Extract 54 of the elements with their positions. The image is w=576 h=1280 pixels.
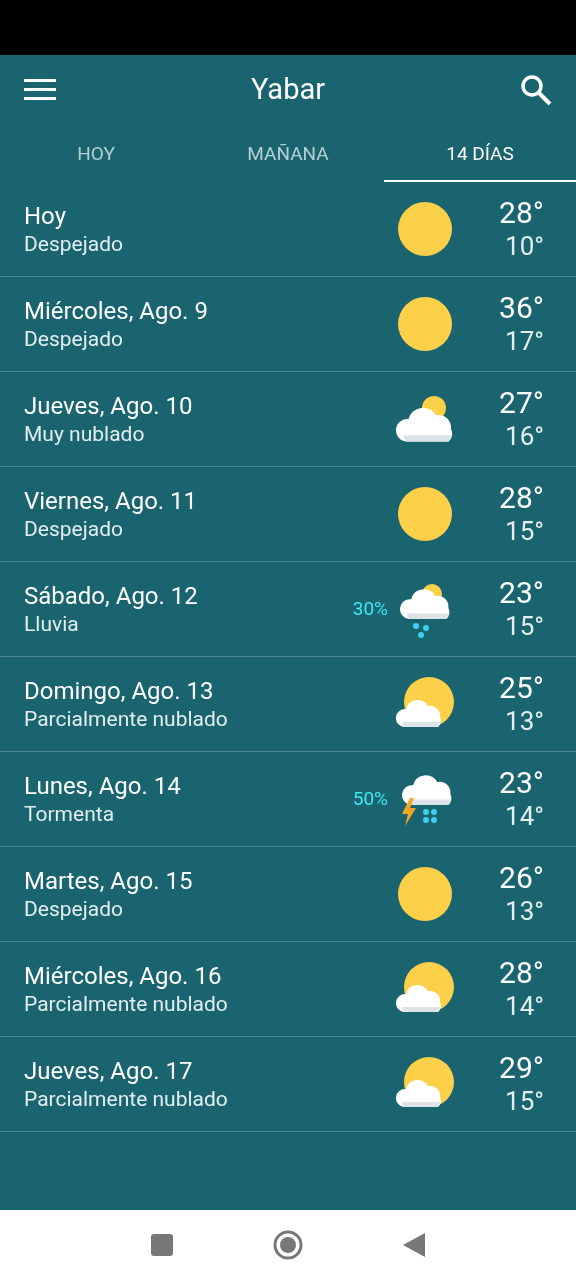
low-temperature: 14° bbox=[505, 800, 544, 832]
low-temperature: 15° bbox=[505, 1085, 544, 1117]
day-label: Hoy bbox=[24, 201, 67, 231]
high-temperature: 28° bbox=[499, 196, 544, 230]
menu-icon[interactable] bbox=[24, 79, 56, 101]
tab[interactable]: HOY bbox=[0, 125, 192, 182]
search-icon[interactable] bbox=[520, 74, 552, 106]
tab[interactable]: MAÑANA bbox=[192, 125, 384, 182]
sun-icon bbox=[396, 200, 454, 258]
home-icon[interactable] bbox=[273, 1230, 303, 1260]
low-temperature: 10° bbox=[505, 230, 544, 262]
tab[interactable]: 14 DÍAS bbox=[384, 125, 576, 182]
low-temperature: 16° bbox=[505, 420, 544, 452]
condition-label: Parcialmente nublado bbox=[24, 706, 229, 732]
low-temperature: 13° bbox=[505, 705, 544, 737]
high-temperature: 26° bbox=[499, 861, 544, 895]
back-icon[interactable] bbox=[403, 1233, 425, 1257]
high-temperature: 27° bbox=[499, 386, 544, 420]
sun-icon bbox=[396, 485, 454, 543]
condition-label: Muy nublado bbox=[24, 421, 146, 447]
city-title: Yabar bbox=[250, 71, 325, 109]
day-label: Viernes, Ago. 11 bbox=[24, 486, 199, 516]
low-temperature: 14° bbox=[505, 990, 544, 1022]
high-temperature: 25° bbox=[499, 671, 544, 705]
high-temperature: 23° bbox=[499, 576, 544, 610]
day-label: Miércoles, Ago. 9 bbox=[24, 296, 209, 326]
day-label: Martes, Ago. 15 bbox=[24, 866, 194, 896]
low-temperature: 13° bbox=[505, 895, 544, 927]
sun-icon bbox=[396, 865, 454, 923]
condition-label: Despejado bbox=[24, 516, 124, 542]
day-label: Jueves, Ago. 17 bbox=[24, 1056, 194, 1086]
day-label: Jueves, Ago. 10 bbox=[24, 391, 194, 421]
day-label: Domingo, Ago. 13 bbox=[24, 676, 215, 706]
condition-label: Parcialmente nublado bbox=[24, 991, 229, 1017]
condition-label: Tormenta bbox=[24, 801, 116, 827]
high-temperature: 29° bbox=[499, 1051, 544, 1085]
day-label: Lunes, Ago. 14 bbox=[24, 771, 182, 801]
low-temperature: 17° bbox=[505, 325, 544, 357]
condition-label: Despejado bbox=[24, 896, 124, 922]
condition-label: Lluvia bbox=[24, 611, 80, 637]
sun-icon bbox=[396, 295, 454, 353]
high-temperature: 28° bbox=[499, 481, 544, 515]
condition-label: Parcialmente nublado bbox=[24, 1086, 229, 1112]
low-temperature: 15° bbox=[505, 610, 544, 642]
precipitation-chance: 30% bbox=[352, 595, 388, 622]
condition-label: Despejado bbox=[24, 326, 124, 352]
high-temperature: 28° bbox=[499, 956, 544, 990]
high-temperature: 23° bbox=[499, 766, 544, 800]
low-temperature: 15° bbox=[505, 515, 544, 547]
day-label: Sábado, Ago. 12 bbox=[24, 581, 199, 611]
day-label: Miércoles, Ago. 16 bbox=[24, 961, 223, 991]
high-temperature: 36° bbox=[499, 291, 544, 325]
precipitation-chance: 50% bbox=[352, 785, 388, 812]
condition-label: Despejado bbox=[24, 231, 124, 257]
